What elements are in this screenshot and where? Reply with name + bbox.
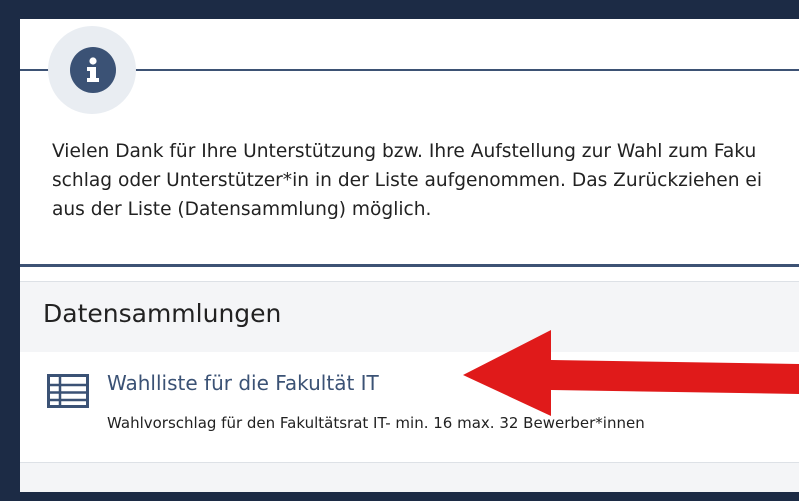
message-separator (20, 264, 799, 267)
datensammlung-link[interactable]: Wahlliste für die Fakultät IT (107, 371, 379, 395)
red-arrow-icon (463, 330, 799, 416)
content-panel: Vielen Dank für Ihre Unterstützung bzw. … (20, 19, 799, 492)
info-message-line: Vielen Dank für Ihre Unterstützung bzw. … (52, 141, 757, 162)
table-icon (47, 374, 89, 408)
info-divider (20, 69, 799, 71)
info-message: Vielen Dank für Ihre Unterstützung bzw. … (52, 137, 799, 224)
section-heading: Datensammlungen (43, 299, 282, 328)
info-message-line: schlag oder Unterstützer*in in der Liste… (52, 170, 763, 191)
info-message-line: aus der Liste (Datensammlung) möglich. (52, 199, 432, 220)
info-icon (70, 47, 116, 93)
